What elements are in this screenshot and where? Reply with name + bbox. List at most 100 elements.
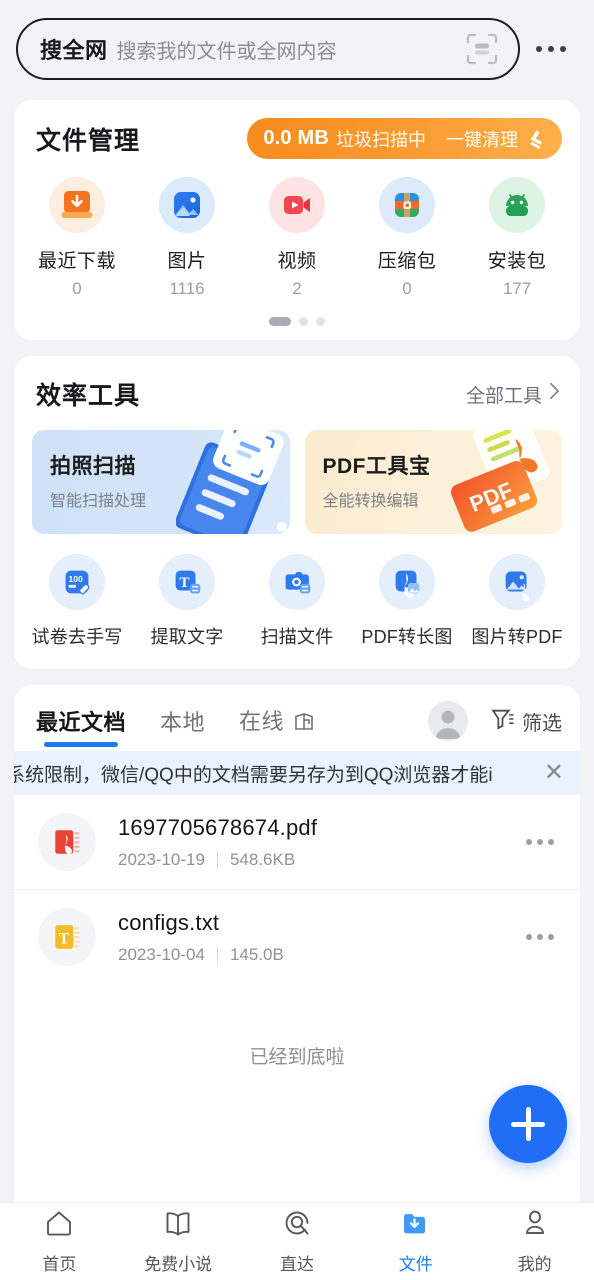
filter-label: 筛选 (522, 712, 562, 735)
filter-funnel-icon (490, 706, 515, 736)
efficiency-tools-header: 效率工具 全部工具 (14, 356, 580, 412)
video-icon (269, 177, 325, 233)
tab-label: 在线 (239, 708, 285, 734)
dot (526, 839, 532, 845)
junk-size-label: 0.0 MB (263, 127, 329, 149)
tool-label: 试卷去手写 (31, 627, 123, 647)
file-category-item[interactable]: 安装包 177 (462, 177, 572, 299)
dot (560, 46, 566, 52)
file-category-item[interactable]: 视频 2 (242, 177, 352, 299)
table-row[interactable]: 1697705678674.pdf 2023-10-19 548.6KB (14, 795, 580, 889)
scan-file-camera-icon (269, 554, 325, 610)
system-notice-banner: 系统限制，微信/QQ中的文档需要另存为到QQ浏览器才能i ✕ (14, 751, 580, 795)
all-tools-button[interactable]: 全部工具 (466, 381, 560, 408)
clean-action-label: 一键清理 (446, 129, 518, 150)
efficiency-tools-title: 效率工具 (36, 382, 141, 410)
tool-item[interactable]: 图片转PDF (462, 554, 572, 649)
file-category-item[interactable]: 最近下载 0 (22, 177, 132, 299)
file-category-grid: 最近下载 0 图片 1116 视频 2 压缩包 0 安装包 177 (14, 159, 580, 303)
file-subinfo: 2023-10-19 548.6KB (118, 850, 526, 870)
dot (548, 934, 554, 940)
cloud-box-icon (293, 711, 315, 738)
pager-dot[interactable] (316, 317, 325, 326)
tool-label: PDF转长图 (361, 627, 453, 647)
home-icon (44, 1208, 74, 1243)
table-row[interactable]: T configs.txt 2023-10-04 145.0B (14, 889, 580, 984)
person-icon (520, 1208, 550, 1243)
tab-recent-documents[interactable]: 最近文档 (36, 705, 126, 747)
more-options-icon[interactable] (524, 46, 578, 52)
tab-active-underline (44, 742, 119, 747)
tool-item[interactable]: PDF转长图 (352, 554, 462, 649)
bottom-navigation: 首页 免费小说 直达 文件 我的 (0, 1202, 594, 1280)
add-button[interactable] (489, 1085, 567, 1163)
category-label: 视频 (277, 251, 317, 272)
dot (548, 46, 554, 52)
search-input[interactable]: 搜全网 搜索我的文件或全网内容 (16, 18, 520, 80)
pager-dot[interactable] (299, 317, 308, 326)
nav-item-free-novels[interactable]: 免费小说 (119, 1208, 238, 1275)
scan-code-icon[interactable] (464, 31, 500, 67)
file-management-title: 文件管理 (36, 126, 141, 155)
tab-label: 最近文档 (36, 710, 127, 735)
image-icon (159, 177, 215, 233)
category-count: 2 (292, 279, 302, 298)
svg-text:T: T (59, 930, 69, 947)
more-options-icon[interactable] (526, 839, 562, 845)
file-meta: configs.txt 2023-10-04 145.0B (118, 910, 526, 965)
scan-document-art (174, 430, 290, 534)
file-category-item[interactable]: 压缩包 0 (352, 177, 462, 299)
tool-item[interactable]: 100 试卷去手写 (22, 554, 132, 649)
nav-item-home[interactable]: 首页 (0, 1208, 119, 1275)
junk-scan-status: 垃圾扫描中 (336, 129, 426, 150)
file-date: 2023-10-04 (118, 944, 205, 964)
close-icon[interactable]: ✕ (534, 761, 564, 785)
download-icon (49, 177, 105, 233)
category-label: 压缩包 (377, 251, 437, 272)
search-scope-label: 搜全网 (40, 38, 108, 63)
tab-label: 本地 (160, 710, 206, 735)
txt-file-icon: T (38, 908, 96, 966)
pager-dot[interactable] (269, 317, 291, 326)
more-options-icon[interactable] (526, 934, 562, 940)
category-label: 图片 (167, 251, 207, 272)
tool-item[interactable]: 扫描文件 (242, 554, 352, 649)
tab-local[interactable]: 本地 (160, 705, 205, 747)
carousel-pager[interactable] (14, 303, 580, 340)
chevron-right-icon (549, 382, 560, 406)
tool-item[interactable]: T 提取文字 (132, 554, 242, 649)
apk-android-icon (489, 177, 545, 233)
tool-label: 图片转PDF (471, 627, 563, 647)
file-meta: 1697705678674.pdf 2023-10-19 548.6KB (118, 815, 526, 870)
category-count: 1116 (169, 279, 205, 298)
plus-icon (525, 1107, 531, 1141)
separator (216, 946, 218, 963)
broom-icon (526, 128, 548, 150)
file-name: configs.txt (118, 909, 220, 935)
one-key-clean-button[interactable]: 0.0 MB 垃圾扫描中 一键清理 (247, 118, 562, 159)
nav-label: 我的 (517, 1255, 552, 1274)
file-category-item[interactable]: 图片 1116 (132, 177, 242, 299)
top-search-bar: 搜全网 搜索我的文件或全网内容 (0, 0, 594, 100)
nav-item-files[interactable]: 文件 (356, 1208, 475, 1275)
category-count: 0 (72, 279, 82, 298)
pdf-toolbox-banner[interactable]: PDF工具宝 全能转换编辑 PDF (304, 430, 562, 534)
file-size: 145.0B (229, 944, 284, 964)
extract-text-icon: T (159, 554, 215, 610)
category-count: 0 (402, 279, 412, 298)
svg-text:100: 100 (68, 574, 83, 584)
nav-item-mine[interactable]: 我的 (475, 1208, 594, 1275)
efficiency-tools-card: 效率工具 全部工具 拍照扫描 智能扫描处理 PDF工具宝 全能转换编辑 PDF … (14, 356, 580, 669)
tool-label: 扫描文件 (260, 627, 334, 647)
pdf-file-icon (38, 813, 96, 871)
banner-subtitle: 智能扫描处理 (50, 493, 147, 510)
photo-scan-banner[interactable]: 拍照扫描 智能扫描处理 (32, 430, 290, 534)
svg-text:T: T (179, 574, 189, 591)
exam-erase-handwriting-icon: 100 (49, 554, 105, 610)
filter-button[interactable]: 筛选 (490, 706, 562, 736)
user-avatar-icon[interactable] (428, 701, 468, 741)
nav-item-direct[interactable]: 直达 (238, 1208, 357, 1275)
file-date: 2023-10-19 (118, 849, 205, 869)
tab-online[interactable]: 在线 (239, 704, 314, 748)
dot (548, 839, 554, 845)
